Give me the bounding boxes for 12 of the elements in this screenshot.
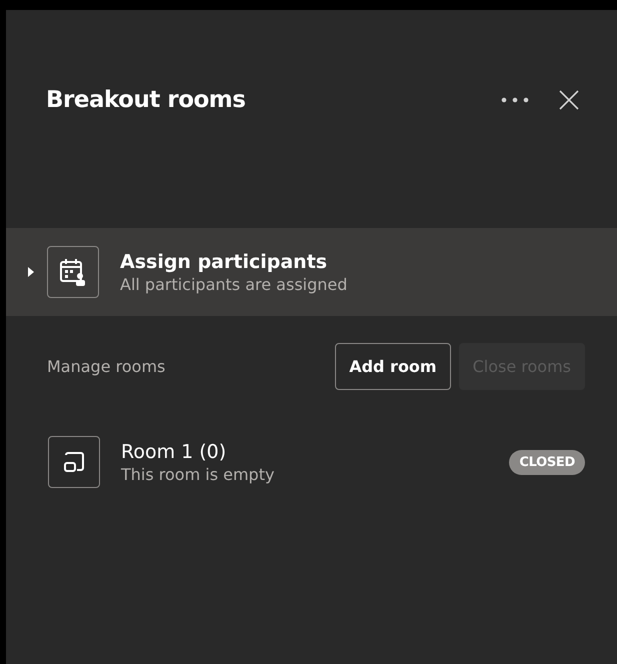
caret-icon[interactable] bbox=[28, 267, 34, 277]
assign-title: Assign participants bbox=[120, 250, 328, 272]
room-name: Room 1 (0) bbox=[121, 440, 228, 462]
room-icon bbox=[48, 436, 100, 488]
panel-title: Breakout rooms bbox=[46, 87, 246, 113]
assign-participants-row[interactable]: Assign participants All participants are assigned bbox=[6, 228, 617, 316]
manage-rooms-label: Manage rooms bbox=[47, 357, 166, 376]
add-room-button[interactable]: Add room bbox=[335, 343, 451, 390]
status-badge: CLOSED bbox=[509, 450, 585, 474]
room-status-text: This room is empty bbox=[121, 464, 276, 484]
assign-status: All participants are assigned bbox=[120, 274, 348, 294]
calendar-people-icon bbox=[47, 246, 99, 298]
